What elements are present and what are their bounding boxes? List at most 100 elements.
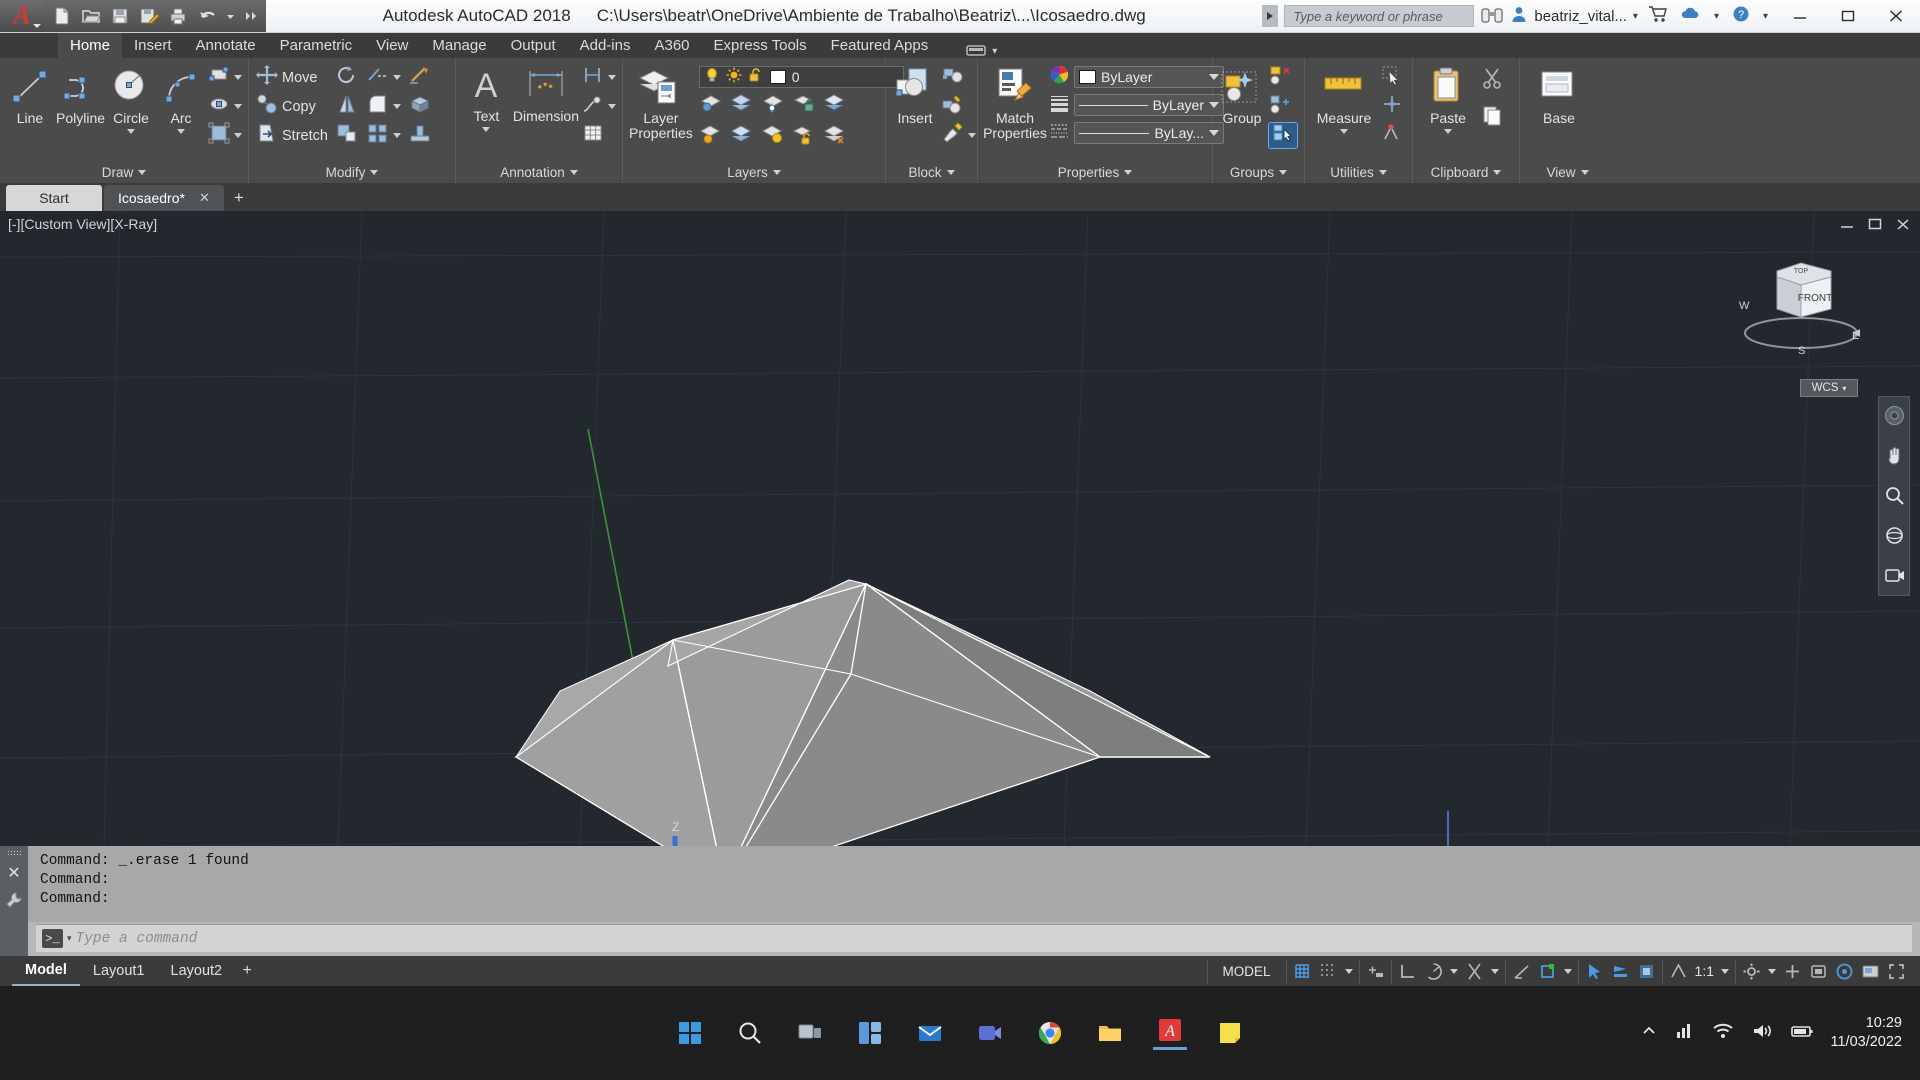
battery-icon[interactable] bbox=[1790, 1022, 1814, 1045]
tab-output[interactable]: Output bbox=[499, 33, 568, 58]
infer-constraints-icon[interactable] bbox=[1366, 962, 1385, 981]
modify-3drotate-button[interactable] bbox=[408, 93, 432, 120]
annotation-text-button[interactable]: A Text bbox=[462, 62, 511, 132]
new-layout-button[interactable]: + bbox=[235, 956, 259, 986]
close-button[interactable] bbox=[1872, 0, 1920, 33]
modify-mirror-button[interactable] bbox=[335, 93, 359, 120]
quick-select-button[interactable] bbox=[1381, 64, 1403, 91]
draw-circle-button[interactable]: Circle bbox=[107, 62, 155, 134]
layer-merge-icon[interactable] bbox=[823, 92, 847, 119]
lineweight-status-icon[interactable] bbox=[1611, 962, 1630, 981]
tray-chevron-icon[interactable] bbox=[1640, 1022, 1658, 1045]
modify-rotate-button[interactable] bbox=[335, 64, 359, 91]
panel-draw-title[interactable]: Draw bbox=[0, 162, 248, 183]
tray-bars-icon[interactable] bbox=[1675, 1022, 1695, 1045]
panel-block-title[interactable]: Block bbox=[886, 162, 977, 183]
lightbulb-icon[interactable] bbox=[704, 67, 720, 88]
autocad-icon[interactable]: A bbox=[1153, 1016, 1187, 1050]
pan-hand-icon[interactable] bbox=[1884, 445, 1905, 471]
panel-utilities-title[interactable]: Utilities bbox=[1305, 162, 1412, 183]
cloud-chevron-icon[interactable]: ▾ bbox=[1714, 11, 1719, 22]
modify-explode-button[interactable] bbox=[408, 64, 432, 91]
plot-icon[interactable] bbox=[168, 6, 188, 26]
id-point-button[interactable] bbox=[1381, 122, 1403, 149]
open-file-icon[interactable] bbox=[81, 6, 101, 26]
more-commands-icon[interactable] bbox=[244, 6, 260, 26]
tab-parametric[interactable]: Parametric bbox=[268, 33, 365, 58]
start-windows-icon[interactable] bbox=[673, 1016, 707, 1050]
modify-extrude-button[interactable] bbox=[408, 122, 432, 149]
unlock-icon[interactable] bbox=[748, 67, 764, 88]
layer-unisolate-icon[interactable] bbox=[761, 123, 785, 150]
fullscreen-icon[interactable] bbox=[1887, 962, 1906, 981]
minimize-button[interactable] bbox=[1776, 0, 1824, 33]
layout-tab-layout2[interactable]: Layout2 bbox=[158, 956, 236, 986]
tab-add-ins[interactable]: Add-ins bbox=[568, 33, 643, 58]
base-view-button[interactable]: Base bbox=[1526, 62, 1592, 126]
block-define-attribute-button[interactable] bbox=[941, 122, 976, 149]
chevron-down-icon[interactable]: ▾ bbox=[67, 933, 72, 944]
chevron-down-icon[interactable] bbox=[392, 133, 401, 138]
chevron-down-icon[interactable] bbox=[1340, 129, 1348, 134]
chevron-down-icon[interactable] bbox=[1449, 968, 1458, 974]
user-name-label[interactable]: beatriz_vital... bbox=[1534, 8, 1627, 25]
undo-dropdown-icon[interactable] bbox=[226, 6, 235, 26]
tab-featured-apps[interactable]: Featured Apps bbox=[819, 33, 941, 58]
modify-fillet-button[interactable] bbox=[366, 93, 401, 120]
copy-clip-button[interactable] bbox=[1481, 104, 1503, 131]
color-wheel-icon[interactable] bbox=[1050, 65, 1069, 89]
annotation-dimension-button[interactable]: Dimension bbox=[513, 62, 579, 124]
object-snap-icon[interactable] bbox=[1465, 962, 1484, 981]
snap-mode-icon[interactable] bbox=[1319, 962, 1338, 981]
application-menu-button[interactable]: A bbox=[0, 0, 44, 32]
property-lineweight-combo[interactable]: ByLayer bbox=[1074, 94, 1224, 116]
ungroup-button[interactable] bbox=[1268, 64, 1298, 91]
volume-icon[interactable] bbox=[1751, 1022, 1773, 1045]
layer-thaw-icon[interactable] bbox=[730, 123, 754, 150]
customization-plus-icon[interactable] bbox=[1783, 962, 1802, 981]
tab-insert[interactable]: Insert bbox=[122, 33, 184, 58]
modify-trim-button[interactable] bbox=[366, 64, 401, 91]
draw-polyline-button[interactable]: Polyline bbox=[56, 62, 105, 126]
search-icon[interactable] bbox=[733, 1016, 767, 1050]
match-properties-button[interactable]: Match Properties bbox=[983, 62, 1047, 141]
annotation-table-button[interactable] bbox=[581, 122, 616, 149]
cloud-sync-icon[interactable] bbox=[1680, 5, 1702, 28]
modify-array-button[interactable] bbox=[366, 122, 401, 149]
command-prompt-icon[interactable]: >_ bbox=[42, 929, 63, 948]
block-insert-button[interactable]: Insert bbox=[892, 62, 938, 126]
tab-annotate[interactable]: Annotate bbox=[184, 33, 268, 58]
tab-view[interactable]: View bbox=[364, 33, 420, 58]
file-tab-icosaedro[interactable]: Icosaedro* ✕ bbox=[104, 185, 224, 211]
draw-arc-button[interactable]: Arc bbox=[157, 62, 205, 134]
chevron-down-icon[interactable] bbox=[233, 133, 242, 138]
sticky-notes-icon[interactable] bbox=[1213, 1016, 1247, 1050]
chevron-down-icon[interactable] bbox=[127, 129, 135, 134]
panel-groups-title[interactable]: Groups bbox=[1213, 162, 1304, 183]
chevron-down-icon[interactable] bbox=[1444, 129, 1452, 134]
layer-delete-icon[interactable] bbox=[823, 123, 847, 150]
otrack-icon[interactable] bbox=[1512, 962, 1531, 981]
chevron-down-icon[interactable] bbox=[233, 104, 242, 109]
modify-move-button[interactable]: Move bbox=[255, 64, 328, 91]
isolate-objects-icon[interactable] bbox=[1835, 962, 1854, 981]
modify-copy-button[interactable]: Copy bbox=[255, 93, 328, 120]
ribbon-options-chevron-icon[interactable]: ▾ bbox=[992, 46, 997, 57]
panel-modify-title[interactable]: Modify bbox=[249, 162, 455, 183]
chevron-down-icon[interactable] bbox=[608, 104, 616, 109]
close-icon[interactable]: ✕ bbox=[199, 190, 210, 206]
panel-clipboard-title[interactable]: Clipboard bbox=[1413, 162, 1519, 183]
chevron-down-icon[interactable] bbox=[608, 75, 616, 80]
close-icon[interactable]: ✕ bbox=[7, 866, 20, 882]
layer-unlock-icon[interactable] bbox=[792, 123, 816, 150]
layout-tab-layout1[interactable]: Layout1 bbox=[80, 956, 158, 986]
save-icon[interactable] bbox=[110, 6, 130, 26]
new-file-icon[interactable] bbox=[52, 6, 72, 26]
sun-icon[interactable] bbox=[726, 67, 742, 88]
layer-lock-icon[interactable] bbox=[792, 92, 816, 119]
steering-wheel-icon[interactable] bbox=[1884, 405, 1905, 431]
grid-display-icon[interactable] bbox=[1293, 962, 1312, 981]
modify-stretch-button[interactable]: Stretch bbox=[255, 122, 328, 149]
show-motion-icon[interactable] bbox=[1884, 565, 1905, 591]
layer-current-combo[interactable]: 0 bbox=[698, 66, 904, 88]
